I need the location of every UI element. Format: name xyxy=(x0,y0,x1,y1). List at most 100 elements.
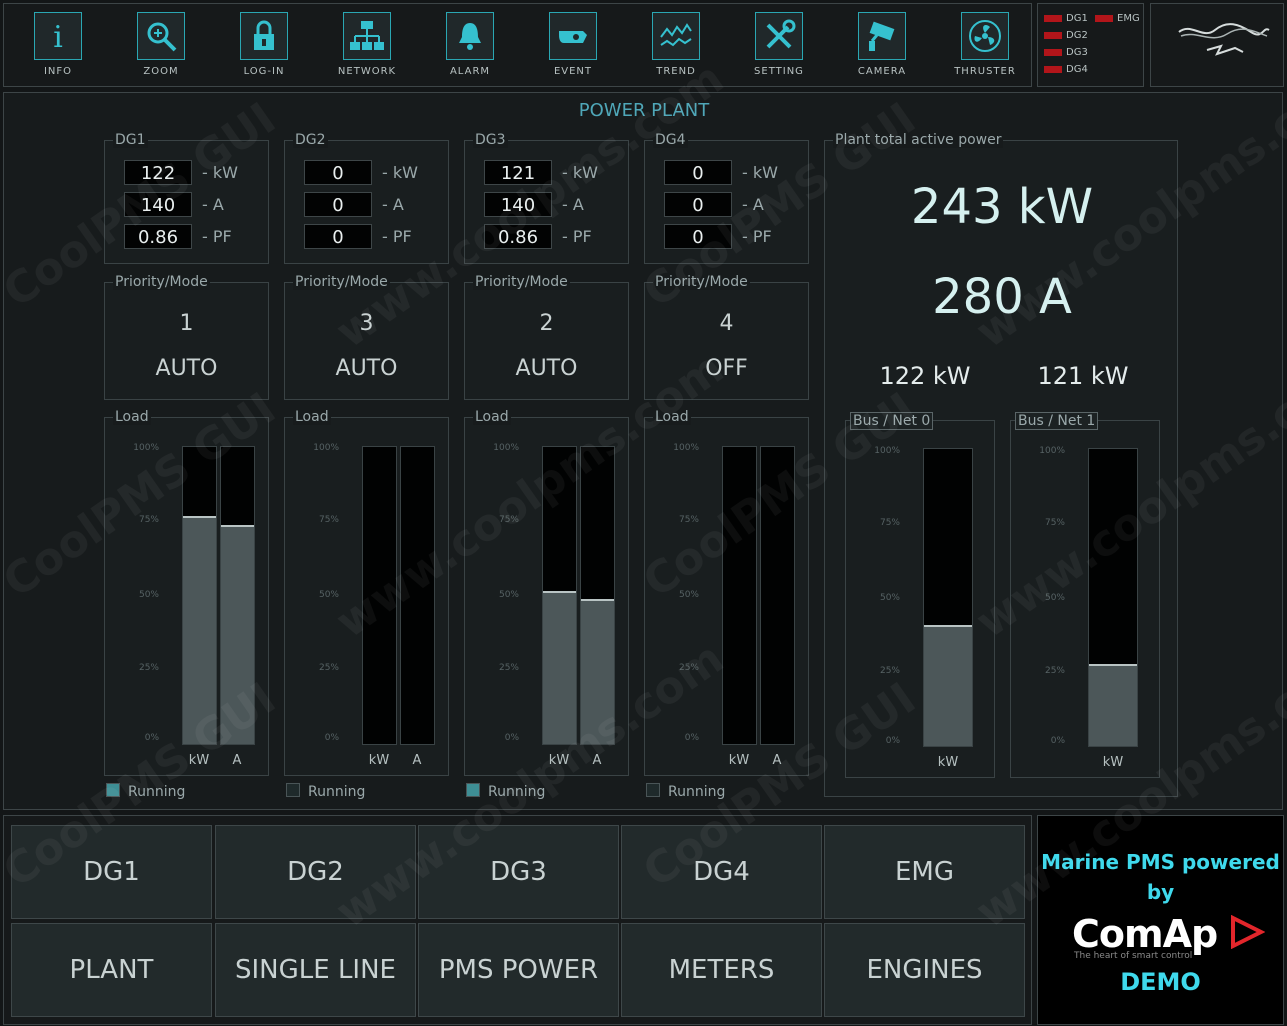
generator-kw-value: 122 xyxy=(124,160,192,185)
nav-button-meters[interactable]: METERS xyxy=(621,923,822,1017)
brand-line1: Marine PMS powered xyxy=(1041,850,1280,874)
nav-button-dg2[interactable]: DG2 xyxy=(215,825,416,919)
toolbar-label: CAMERA xyxy=(857,66,907,77)
alarm-emg-label: EMG xyxy=(1117,13,1140,24)
alarm-dg2-label: DG2 xyxy=(1066,30,1088,41)
toolbar-label: TREND xyxy=(656,66,696,77)
brand-panel: Marine PMS powered by ComAp The heart of… xyxy=(1037,815,1284,1025)
trend-icon xyxy=(652,12,700,60)
axis-tick-label: 50% xyxy=(879,593,900,603)
toolbar-button-trend[interactable]: TREND xyxy=(626,12,726,77)
axis-tick-label: 75% xyxy=(678,515,699,525)
toolbar-button-thruster[interactable]: THRUSTER xyxy=(935,12,1035,77)
load-bar-fill xyxy=(581,599,614,744)
nav-button-engines[interactable]: ENGINES xyxy=(824,923,1025,1017)
axis-tick-label: 0% xyxy=(684,733,699,743)
priority-mode-box: Priority/Mode 4 OFF xyxy=(644,274,809,400)
logo-scribble-icon xyxy=(1178,23,1270,56)
alarm-dg2: DG2 xyxy=(1044,30,1088,41)
power-plant-panel: POWER PLANT DG1 122- kW 140- A 0.86- PF Prio… xyxy=(3,92,1283,810)
generator-kw-value: 121 xyxy=(484,160,552,185)
axis-tick-label: 75% xyxy=(879,518,900,528)
priority-value: 3 xyxy=(359,311,374,336)
nav-button-emg[interactable]: EMG xyxy=(824,825,1025,919)
bus0-kw: 122 kW xyxy=(879,362,971,390)
nav-button-plant[interactable]: PLANT xyxy=(11,923,212,1017)
unit-label: - PF xyxy=(382,227,412,246)
toolbar-button-network[interactable]: NETWORK xyxy=(317,12,417,77)
axis-tick-label: 25% xyxy=(879,666,900,676)
bus0-load-bar xyxy=(923,448,973,747)
toolbar-button-event[interactable]: EVENT xyxy=(523,12,623,77)
zoom-icon xyxy=(137,12,185,60)
load-bar-a xyxy=(220,446,255,745)
brand-line2: by xyxy=(1146,880,1175,904)
axis-tick-label: 0% xyxy=(324,733,339,743)
axis-tick-label: 25% xyxy=(1044,666,1065,676)
toolbar-button-log-in[interactable]: LOG-IN xyxy=(214,12,314,77)
running-label: Running xyxy=(668,784,726,800)
running-indicator: Running xyxy=(106,783,185,800)
bell-icon xyxy=(446,12,494,60)
mode-value: AUTO xyxy=(515,356,578,381)
axis-tick-label: 100% xyxy=(493,443,519,453)
comap-play-icon xyxy=(1231,914,1266,950)
svg-text:i: i xyxy=(53,20,63,53)
toolbar-button-info[interactable]: i INFO xyxy=(8,12,108,77)
running-indicator: Running xyxy=(646,783,725,800)
alarm-dg3: DG3 xyxy=(1044,47,1088,58)
top-toolbar: i INFO ZOOM LOG-IN NETWORK ALARM EVENT TREND SET… xyxy=(3,3,1032,87)
nav-button-dg1[interactable]: DG1 xyxy=(11,825,212,919)
unit-label: - A xyxy=(382,195,404,214)
plant-total-current: 280 A xyxy=(932,269,1072,325)
running-label: Running xyxy=(488,784,546,800)
generator-pf-value: 0 xyxy=(304,224,372,249)
tools-icon xyxy=(755,12,803,60)
toolbar-button-camera[interactable]: CAMERA xyxy=(832,12,932,77)
plant-total-kw: 243 kW xyxy=(910,179,1094,235)
priority-mode-box: Priority/Mode 1 AUTO xyxy=(104,274,269,400)
load-bar-fill xyxy=(183,516,216,744)
axis-tick-label: 50% xyxy=(498,590,519,600)
toolbar-button-alarm[interactable]: ALARM xyxy=(420,12,520,77)
axis-tick-label: 75% xyxy=(318,515,339,525)
generator-values-box: DG1 122 - kW 140 - A 0.86 - PF xyxy=(104,132,269,264)
bar-axis-label: A xyxy=(412,753,422,768)
mode-value: AUTO xyxy=(335,356,398,381)
load-label: Load xyxy=(653,409,691,425)
priority-mode-label: Priority/Mode xyxy=(293,274,390,290)
axis-tick-label: 25% xyxy=(138,663,159,673)
alarm-led xyxy=(1044,14,1062,22)
generator-name: DG1 xyxy=(113,132,148,148)
nav-button-pms-power[interactable]: PMS POWER xyxy=(418,923,619,1017)
running-led xyxy=(286,783,300,797)
generator-values-box: DG2 0 - kW 0 - A 0 - PF xyxy=(284,132,449,264)
load-box: Load 100% 75% 50% 25% 0% kW A xyxy=(284,409,449,776)
toolbar-button-zoom[interactable]: ZOOM xyxy=(111,12,211,77)
bar-axis-label: kW xyxy=(728,753,750,768)
axis-tick-label: 0% xyxy=(144,733,159,743)
load-bar-fill xyxy=(221,525,254,744)
generator-values-box: DG4 0 - kW 0 - A 0 - PF xyxy=(644,132,809,264)
load-bar-fill xyxy=(543,590,576,744)
nav-button-single-line[interactable]: SINGLE LINE xyxy=(215,923,416,1017)
bus1-kw: 121 kW xyxy=(1037,362,1129,390)
generator-name: DG3 xyxy=(473,132,508,148)
bus1-load-box: Bus / Net 1 100% 75% 50% 25% 0% kW xyxy=(1010,412,1160,778)
axis-tick-label: 75% xyxy=(138,515,159,525)
alarm-dg3-label: DG3 xyxy=(1066,47,1088,58)
generator-kw-value: 0 xyxy=(304,160,372,185)
nav-button-dg3[interactable]: DG3 xyxy=(418,825,619,919)
alarm-indicator-panel: DG1 EMG DG2 DG3 DG4 xyxy=(1037,3,1144,87)
toolbar-button-setting[interactable]: SETTING xyxy=(729,12,829,77)
unit-label: - A xyxy=(202,195,224,214)
load-box: Load 100% 75% 50% 25% 0% kW A xyxy=(104,409,269,776)
axis-tick-label: 50% xyxy=(678,590,699,600)
nav-button-dg4[interactable]: DG4 xyxy=(621,825,822,919)
alarm-led xyxy=(1044,48,1062,56)
load-label: Load xyxy=(293,409,331,425)
generator-a-value: 0 xyxy=(664,192,732,217)
generator-pf-value: 0 xyxy=(664,224,732,249)
axis-tick-label: 0% xyxy=(504,733,519,743)
axis-tick-label: 75% xyxy=(498,515,519,525)
